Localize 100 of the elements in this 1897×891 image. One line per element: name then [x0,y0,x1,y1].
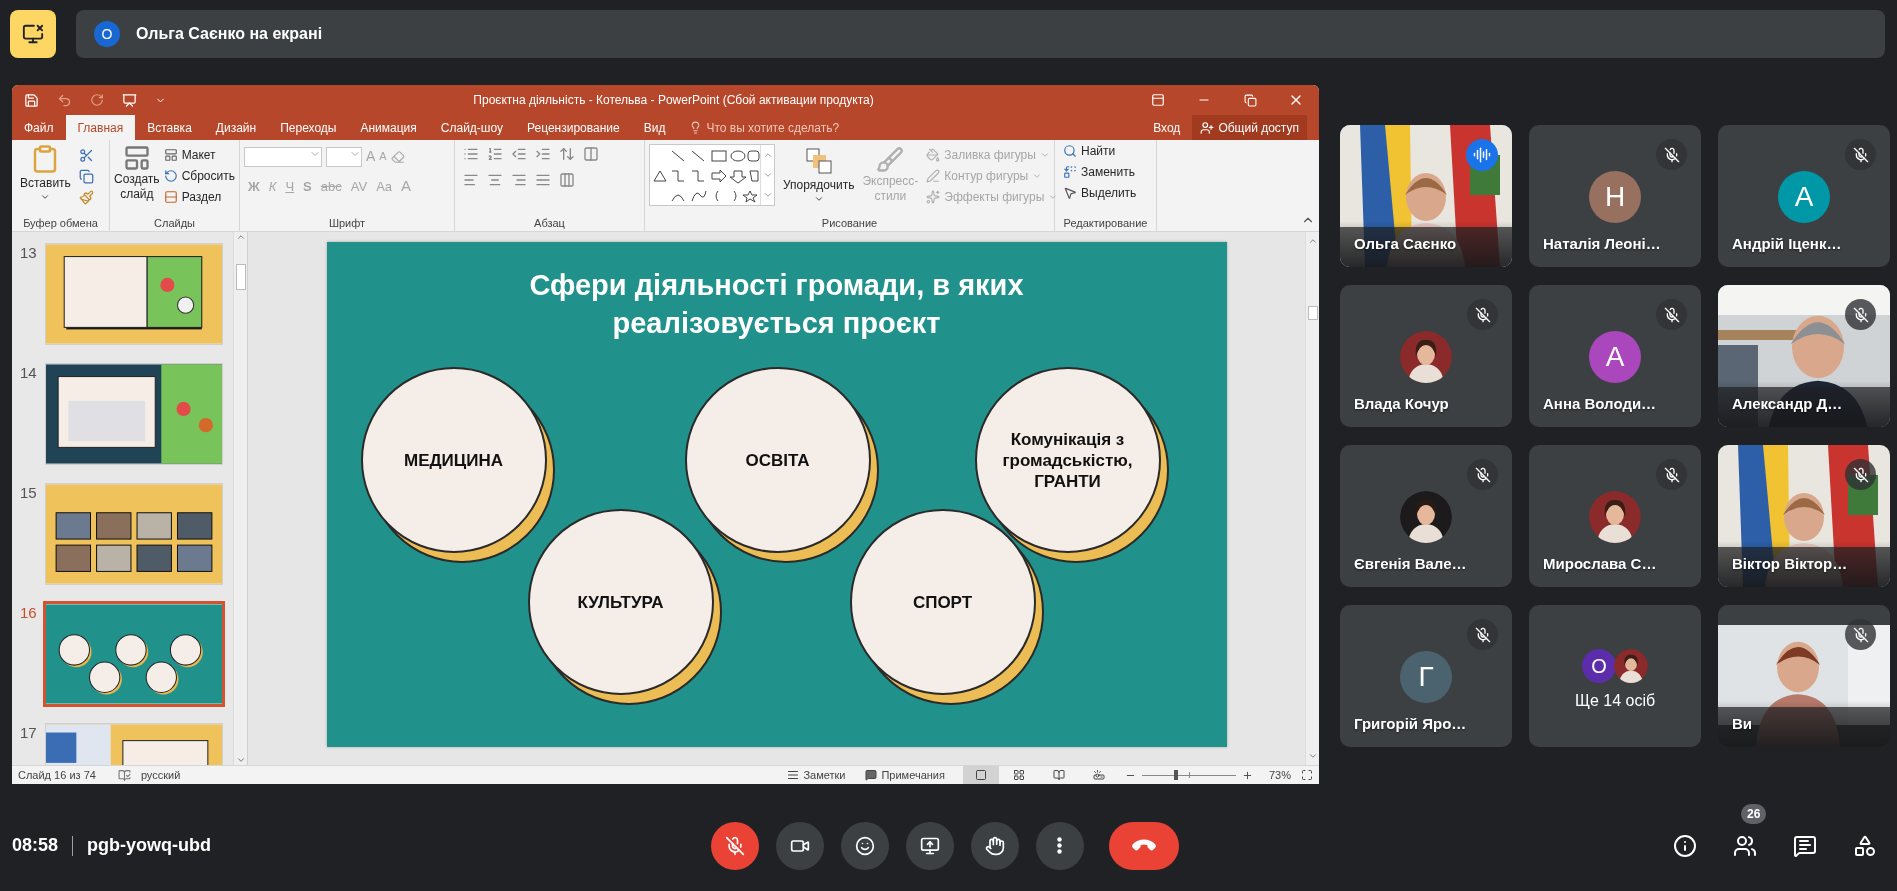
fit-slide-icon[interactable] [1301,769,1313,781]
participant-name: Євгенія Вале… [1354,553,1467,574]
slideshow-icon[interactable] [122,92,137,108]
slide-icon [122,144,151,172]
paste-button[interactable]: Вставить [16,144,75,202]
scroll-up-icon[interactable] [1307,236,1318,246]
arrange-button[interactable]: Упорядочить [783,144,855,204]
columns-icon[interactable] [559,172,575,188]
participant-tile[interactable]: Віктор Віктор… [1718,445,1890,587]
participant-tile[interactable]: О Ще 14 осіб [1529,605,1701,747]
scroll-up-icon[interactable] [235,232,246,242]
participant-tile[interactable]: Н Наталія Леоні… [1529,125,1701,267]
group-label: Рисование [820,215,879,231]
info-icon[interactable] [1673,833,1697,858]
ribbon-tab[interactable]: Файл [12,115,66,140]
scroll-down-icon[interactable] [235,755,246,765]
sorter-view-icon[interactable] [1012,769,1025,781]
ribbon-tab[interactable]: Переходы [268,115,349,140]
mic-off-icon [1474,626,1491,643]
slider-thumb[interactable] [1173,770,1178,780]
editing-button[interactable]: Найти [1063,142,1148,160]
search-icon [1063,144,1077,158]
mic-off-icon [1663,146,1680,163]
spelling-icon[interactable] [117,768,131,782]
share-button[interactable]: Общий доступ [1192,115,1307,140]
sign-in-link[interactable]: Вход [1141,115,1193,140]
slide-counter: Слайд 16 из 74 [17,767,96,783]
section-button[interactable]: Раздел [163,188,235,206]
comments-button[interactable]: Примечания [865,766,945,784]
slide-thumbnail[interactable] [46,604,222,704]
ribbon-tab[interactable]: Дизайн [203,115,269,140]
participant-tile[interactable]: А Анна Володи… [1529,285,1701,427]
slide-thumbnail[interactable] [46,244,222,344]
reading-view-icon[interactable] [1052,769,1065,781]
participant-tile[interactable]: Г Григорій Яро… [1340,605,1512,747]
participant-tile[interactable]: Євгенія Вале… [1340,445,1512,587]
people-icon[interactable] [1733,833,1757,858]
ribbon-tab[interactable]: Вставка [135,115,204,140]
ribbon-tab[interactable]: Главная [65,115,136,140]
participant-tile[interactable]: Александр Д… [1718,285,1890,427]
stop-presenting-button[interactable] [10,10,56,58]
reset-button[interactable]: Сбросить [163,167,235,185]
normal-view-button[interactable] [962,766,999,784]
replace-icon [1063,165,1077,179]
ribbon-tab[interactable]: Рецензирование [515,115,632,140]
layout-button[interactable]: Макет [163,146,235,164]
new-slide-button[interactable]: Создать слайд [114,144,160,202]
ribbon-display-icon[interactable] [1151,93,1165,107]
zoom-slider[interactable] [1141,770,1236,780]
slide-number: 13 [19,244,38,262]
participant-tile[interactable]: Ольга Саєнко [1340,125,1512,267]
indent-decrease-icon[interactable] [511,146,527,162]
group-label: Слайды [153,215,196,231]
participant-tile[interactable]: Мирослава С… [1529,445,1701,587]
participant-tile[interactable]: Влада Кочур [1340,285,1512,427]
shapes-gallery[interactable] [649,144,775,206]
activities-icon[interactable] [1853,833,1877,858]
line-spacing-icon[interactable] [559,146,575,162]
cut-icon[interactable] [78,148,94,163]
slide-number: 14 [19,364,38,382]
scrollbar-thumb[interactable] [235,264,246,290]
undo-icon[interactable] [57,92,72,108]
text-direction-icon[interactable] [583,146,599,162]
copy-icon[interactable] [78,169,94,184]
slide-thumbnail[interactable] [46,484,222,584]
align-right-icon[interactable] [511,172,527,188]
chat-icon[interactable] [1793,833,1817,858]
redo-icon[interactable] [90,93,104,107]
ribbon-tab[interactable]: Вид [631,115,678,140]
topic-label: Комунікація з громадськістю, ГРАНТИ [1001,428,1134,492]
numbering-icon[interactable] [487,146,503,162]
align-left-icon[interactable] [463,172,479,188]
slideshow-view-icon[interactable] [1092,769,1105,781]
font-name-field[interactable] [244,146,322,167]
ribbon-tab[interactable]: Анимация [348,115,429,140]
align-center-icon[interactable] [487,172,503,188]
scrollbar-thumb[interactable] [1307,306,1318,320]
slide-thumbnail[interactable] [46,364,222,464]
participant-tile[interactable]: А Андрій Іценк… [1718,125,1890,267]
ribbon-tab[interactable]: Слайд-шоу [428,115,515,140]
participant-tile[interactable]: Ви [1718,605,1890,747]
save-icon[interactable] [24,92,39,108]
leave-call-button[interactable] [1108,821,1179,870]
scroll-down-icon[interactable] [1307,751,1318,761]
participant-name: Наталія Леоні… [1543,233,1661,254]
zoom-in-icon[interactable] [1241,769,1253,781]
indent-increase-icon[interactable] [535,146,551,162]
avatar: А [1778,171,1830,223]
justify-icon[interactable] [535,172,551,188]
editing-button[interactable]: Выделить [1063,184,1148,202]
notes-button[interactable]: Заметки [787,766,846,784]
format-painter-icon[interactable] [78,190,94,205]
topic-label: ОСВІТА [744,449,811,471]
restore-icon[interactable] [1243,93,1257,107]
editing-button[interactable]: Заменить [1063,163,1148,181]
bullets-icon[interactable] [463,146,479,162]
group-label: Редактирование [1062,215,1149,231]
window-title: Проєктна діяльність - Котельва - PowerPoint (Сбой активации продукта) [472,92,875,109]
tell-me-field[interactable]: Что вы хотите сделать? [677,115,852,140]
font-size-field[interactable] [326,146,362,167]
